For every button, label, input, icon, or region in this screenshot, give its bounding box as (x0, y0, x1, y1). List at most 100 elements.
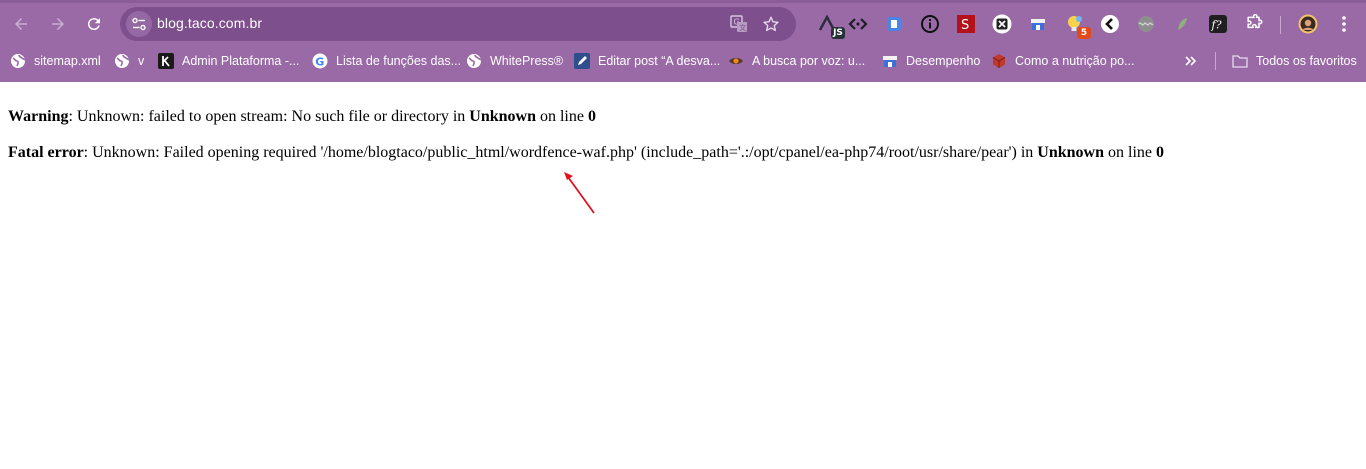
tab-strip-edge (0, 0, 1366, 3)
bookmark-label: v (138, 54, 145, 68)
bookmark-label: Editar post “A desva... (598, 54, 721, 68)
extensions-button[interactable] (1242, 12, 1266, 36)
fatal-error-text: : Unknown: Failed opening required '/hom… (83, 144, 1038, 161)
address-bar[interactable]: blog.taco.com.br G 文 (120, 7, 796, 41)
forward-icon (52, 18, 64, 30)
globe-icon (114, 53, 130, 69)
chevron-double-right-icon (1185, 56, 1197, 66)
warning-label: Warning (8, 108, 69, 125)
url-text[interactable]: blog.taco.com.br (157, 15, 262, 31)
google-icon: G (312, 53, 328, 69)
warning-line-number: 0 (587, 108, 596, 125)
wave-extension-icon (1138, 16, 1154, 32)
page-content: Warning: Unknown: failed to open stream:… (8, 107, 1358, 162)
bookmark-como-nutricao[interactable]: Como a nutrição po... (991, 48, 1135, 74)
bookmarks-overflow-button[interactable] (1183, 48, 1199, 74)
blue-extension-icon (887, 17, 901, 31)
menu-kebab-icon (1342, 16, 1346, 32)
profile-avatar-icon (1298, 14, 1318, 34)
store-extension-icon (1031, 19, 1045, 30)
bookmark-label: A busca por voz: u... (752, 54, 866, 68)
store-icon (882, 53, 898, 69)
bookmarks-separator (1215, 52, 1216, 70)
k-logo-icon (158, 53, 174, 69)
red-s-extension-icon: S (957, 15, 975, 33)
x-extension[interactable] (990, 12, 1014, 36)
leaf-extension-icon (1178, 18, 1187, 30)
info-extension-icon (921, 15, 939, 33)
svg-text:G: G (315, 56, 324, 69)
site-info-button[interactable] (126, 11, 152, 37)
folder-icon (1232, 53, 1248, 69)
fatal-error-label: Fatal error (8, 144, 84, 161)
lightbulb-badge: 5 (1077, 27, 1091, 39)
browser-toolbar: blog.taco.com.br G 文 JS S 5 f? (0, 6, 1366, 42)
warning-text: : Unknown: failed to open stream: No suc… (68, 108, 470, 125)
fatal-error-location: Unknown (1037, 144, 1104, 161)
back-circle-extension-icon (1101, 15, 1119, 33)
browser-chrome: blog.taco.com.br G 文 JS S 5 f? sitemap.x… (0, 0, 1366, 82)
all-bookmarks-label: Todos os favoritos (1256, 54, 1357, 68)
toolbar-separator (1280, 16, 1281, 34)
fx-extension-icon: f? (1209, 15, 1227, 33)
x-extension-icon (992, 14, 1012, 34)
svg-text:文: 文 (739, 23, 746, 32)
bookmark-label: Como a nutrição po... (1015, 54, 1135, 68)
lightbulb-extension[interactable]: 5 (1063, 12, 1091, 39)
js-extension[interactable]: JS (815, 12, 845, 39)
warning-line-text: on line (535, 108, 588, 125)
bookmark-label: Lista de funções das... (336, 54, 462, 68)
bookmark-lista-funcoes[interactable]: G Lista de funções das... (312, 48, 461, 74)
all-bookmarks-button[interactable]: Todos os favoritos (1232, 48, 1357, 74)
bookmarks-bar: sitemap.xml v Admin Plataforma -... G Li… (0, 48, 1366, 74)
svg-text:S: S (961, 18, 969, 33)
bookmark-editar-post[interactable]: Editar post “A desva... (574, 48, 720, 74)
warning-message: Warning: Unknown: failed to open stream:… (8, 107, 1358, 126)
red-s-extension[interactable]: S (954, 12, 978, 36)
leaf-extension[interactable] (1170, 12, 1194, 36)
bookmark-star-button[interactable] (761, 14, 781, 34)
red-arrow-annotation-icon (564, 172, 595, 214)
bookmark-label: WhitePress® (490, 54, 564, 68)
bookmark-busca-voz[interactable]: A busca por voz: u... (728, 48, 865, 74)
reload-button[interactable] (78, 8, 110, 40)
translate-icon: G 文 (730, 15, 747, 32)
blue-extension[interactable] (882, 12, 906, 36)
globe-icon (466, 53, 482, 69)
code-extension-icon (848, 18, 868, 30)
cube-icon (991, 53, 1007, 69)
bookmark-v[interactable]: v (114, 48, 144, 74)
fatal-error-line-number: 0 (1156, 144, 1164, 161)
globe-icon (10, 53, 26, 69)
back-button[interactable] (5, 8, 37, 40)
bookmark-whitepress[interactable]: WhitePress® (466, 48, 563, 74)
bookmark-label: sitemap.xml (34, 54, 101, 68)
store-extension[interactable] (1026, 12, 1050, 36)
wordpress-edit-icon (574, 53, 590, 69)
wave-extension[interactable] (1134, 12, 1158, 36)
bookmark-desempenho[interactable]: Desempenho (882, 48, 980, 74)
bookmark-sitemap[interactable]: sitemap.xml (10, 48, 101, 74)
forward-button[interactable] (42, 8, 74, 40)
reload-icon (87, 18, 100, 31)
warning-location: Unknown (469, 108, 536, 125)
info-extension[interactable] (918, 12, 942, 36)
browser-menu-button[interactable] (1332, 12, 1356, 36)
translate-button[interactable]: G 文 (729, 14, 749, 34)
bookmark-label: Desempenho (906, 54, 981, 68)
fatal-error-message: Fatal error: Unknown: Failed opening req… (8, 143, 1358, 162)
puzzle-extensions-icon (1247, 14, 1263, 29)
bookmark-label: Admin Plataforma -... (182, 54, 300, 68)
profile-button[interactable] (1296, 12, 1320, 36)
bookmark-star-icon (763, 16, 779, 32)
fatal-error-line-text: on line (1104, 144, 1156, 161)
svg-text:f?: f? (1211, 19, 1222, 32)
back-icon (15, 18, 27, 30)
js-badge: JS (831, 27, 845, 39)
fx-extension[interactable]: f? (1206, 12, 1230, 36)
eye-logo-icon (728, 53, 744, 69)
site-info-icon (132, 17, 146, 31)
bookmark-admin-plataforma[interactable]: Admin Plataforma -... (158, 48, 299, 74)
code-extension[interactable] (846, 12, 870, 36)
back-circle-extension[interactable] (1098, 12, 1122, 36)
